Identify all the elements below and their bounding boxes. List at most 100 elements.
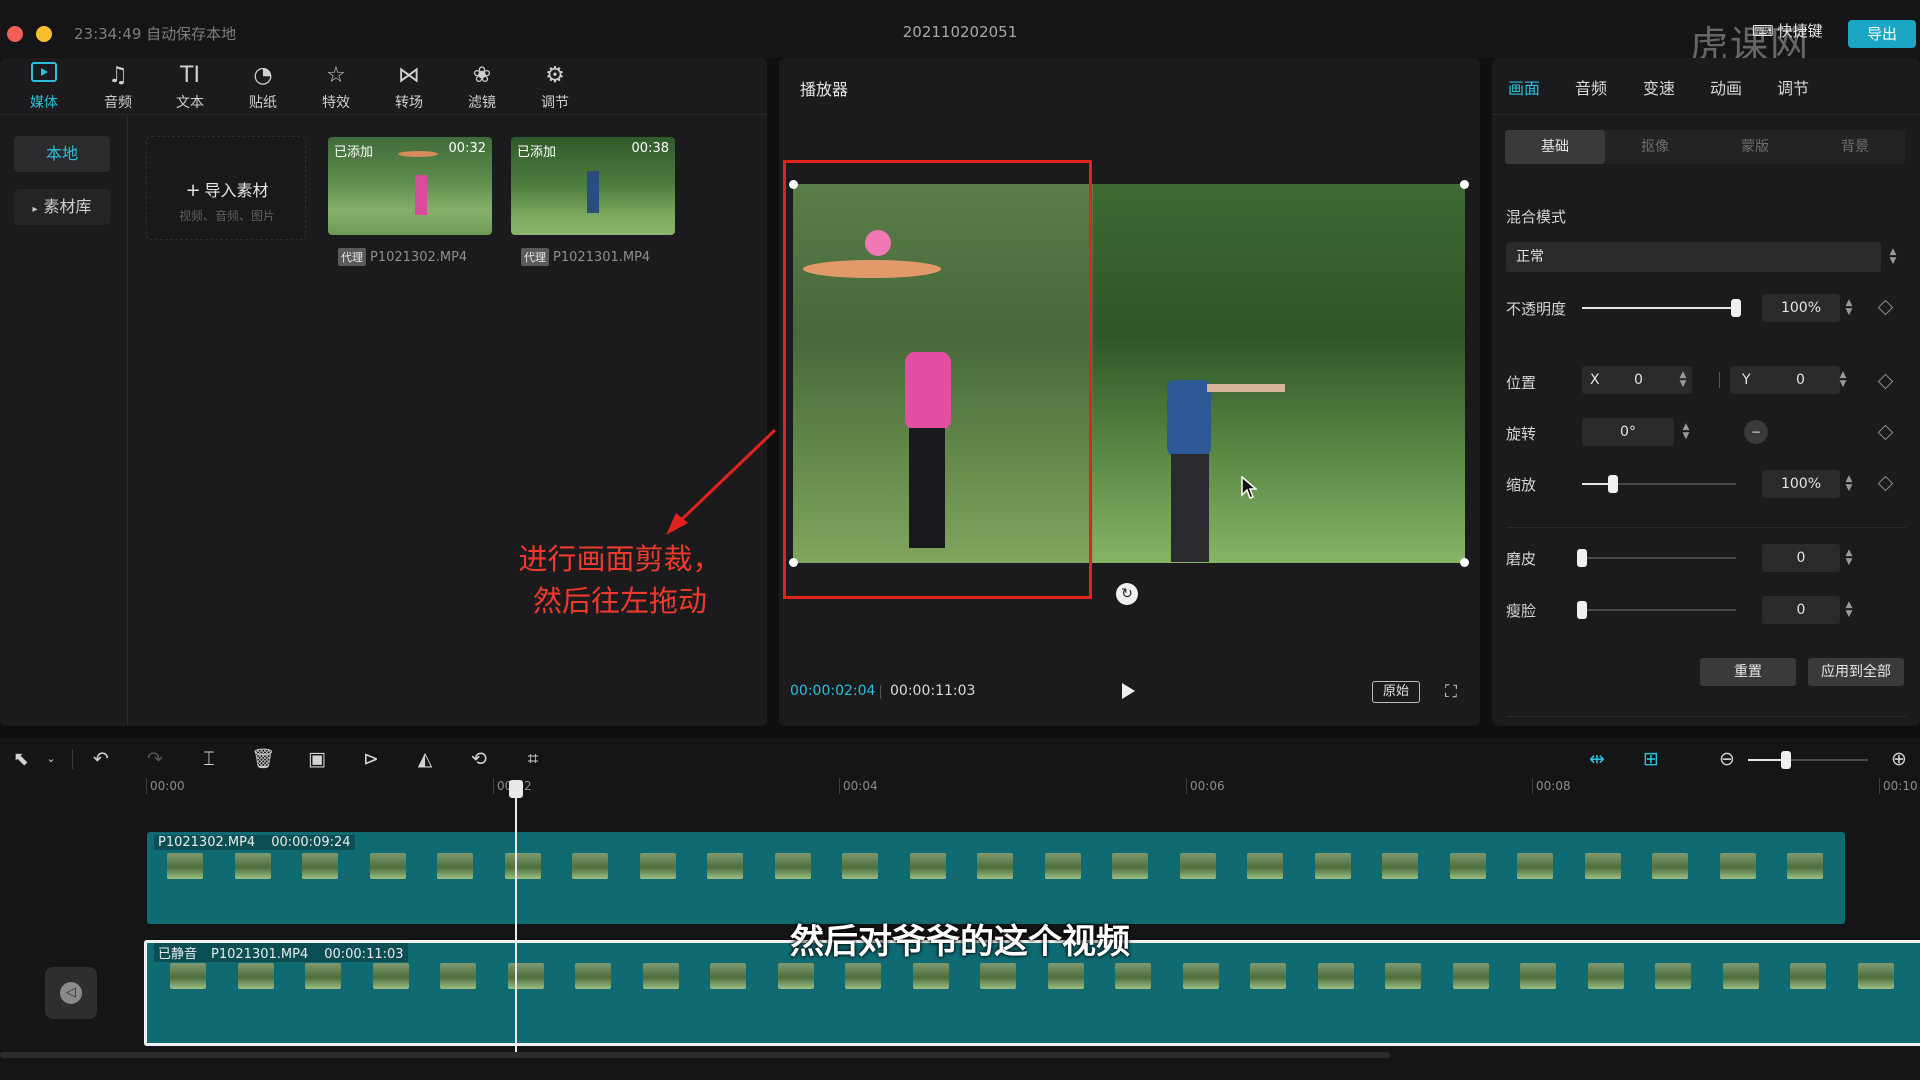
sidebar-item-local-label: 本地: [45, 144, 78, 163]
position-y-spinner[interactable]: ▲ ▼: [1838, 371, 1848, 389]
media-duration: 00:38: [631, 141, 669, 156]
clip-frame-thumbnail: [440, 963, 476, 989]
delete-icon[interactable]: 🗑: [250, 746, 276, 772]
split-icon[interactable]: ⌶: [196, 746, 222, 772]
mirror-icon[interactable]: ◭: [412, 746, 438, 772]
slim-face-spinner[interactable]: ▲ ▼: [1844, 601, 1854, 619]
tab-text[interactable]: TI 文本: [160, 62, 220, 112]
shortcut-button[interactable]: ⌨ 快捷键: [1752, 20, 1823, 41]
effects-icon: ☆: [326, 63, 346, 88]
sidebar-item-library[interactable]: ▸ 素材库: [14, 189, 110, 225]
position-y-input[interactable]: Y0: [1730, 366, 1840, 394]
clip-frame-thumbnail: [437, 853, 473, 879]
subtab-basic[interactable]: 基础: [1505, 130, 1605, 164]
proxy-badge: 代理: [521, 248, 549, 266]
audio-icon: ♫: [108, 63, 128, 88]
clip-frame-thumbnail: [170, 963, 206, 989]
position-x-input[interactable]: X0: [1582, 366, 1692, 394]
tab-effects[interactable]: ☆ 特效: [306, 62, 366, 112]
undo-icon[interactable]: ↶: [88, 746, 114, 772]
tab-transition[interactable]: ⋈ 转场: [379, 62, 439, 112]
tab-media[interactable]: 媒体: [14, 62, 74, 112]
subtab-cutout[interactable]: 抠像: [1605, 130, 1705, 164]
clip-frame-thumbnail: [1520, 963, 1556, 989]
apply-all-button[interactable]: 应用到全部: [1808, 658, 1904, 686]
tab-picture[interactable]: 画面: [1508, 75, 1540, 99]
slim-face-slider-handle[interactable]: [1577, 601, 1587, 619]
playhead-handle[interactable]: [509, 780, 523, 798]
clip-frame-thumbnail: [1584, 853, 1621, 879]
link-icon[interactable]: ⊞: [1638, 746, 1664, 772]
blend-mode-select[interactable]: 正常: [1506, 242, 1881, 272]
opacity-spinner[interactable]: ▲ ▼: [1844, 299, 1854, 317]
tab-filter[interactable]: ❀ 滤镜: [452, 62, 512, 112]
tab-speed[interactable]: 变速: [1643, 75, 1675, 99]
clip-frame-thumbnail: [504, 853, 541, 879]
rotation-dial-icon[interactable]: −: [1744, 420, 1768, 444]
scale-spinner[interactable]: ▲ ▼: [1844, 475, 1854, 493]
speaker-mute-icon: ◁: [60, 982, 82, 1004]
ruler-tick: [1532, 778, 1533, 794]
rotate-clip-icon[interactable]: ⟲: [466, 746, 492, 772]
tab-audio[interactable]: ♫ 音频: [88, 62, 148, 112]
smooth-skin-slider-track[interactable]: [1582, 557, 1736, 559]
transition-icon: ⋈: [398, 63, 420, 88]
opacity-input[interactable]: 100%: [1762, 294, 1840, 322]
tab-text-label: 文本: [176, 95, 204, 111]
track-mute-button[interactable]: ◁: [45, 967, 97, 1019]
sidebar-item-library-label: 素材库: [43, 197, 92, 216]
rotate-icon[interactable]: ↻: [1116, 583, 1138, 605]
clip-frame-thumbnail: [1517, 853, 1553, 879]
tab-sticker[interactable]: ◔ 贴纸: [233, 62, 293, 112]
x-label: X: [1590, 372, 1600, 388]
clip-duration: 00:00:09:24: [271, 835, 351, 850]
tab-props-adjust[interactable]: 调节: [1777, 75, 1809, 99]
export-button[interactable]: 导出: [1848, 20, 1916, 48]
reset-button[interactable]: 重置: [1700, 658, 1796, 686]
blend-mode-label: 混合模式: [1506, 208, 1567, 226]
media-thumbnail[interactable]: 已添加 00:38: [511, 137, 675, 235]
tab-adjust[interactable]: ⚙ 调节: [525, 62, 585, 112]
tab-props-audio[interactable]: 音频: [1575, 75, 1607, 99]
clip-frame-thumbnail: [305, 963, 341, 989]
sidebar-item-local[interactable]: 本地: [14, 136, 110, 172]
smooth-skin-input[interactable]: 0: [1762, 544, 1840, 572]
media-duration: 00:32: [448, 141, 486, 156]
timeline-scrollbar[interactable]: [0, 1052, 1390, 1058]
clip-frame-thumbnail: [977, 853, 1013, 879]
smooth-skin-slider-handle[interactable]: [1577, 549, 1587, 567]
media-thumbnail[interactable]: 已添加 00:32: [328, 137, 492, 235]
current-time: 00:00:02:04: [790, 683, 876, 699]
scale-slider-handle[interactable]: [1607, 475, 1618, 493]
zoom-slider-handle[interactable]: [1781, 751, 1791, 769]
resize-handle[interactable]: [1460, 558, 1469, 567]
rotation-input[interactable]: 0°: [1582, 418, 1674, 446]
zoom-out-icon[interactable]: ⊖: [1714, 746, 1740, 772]
subtab-mask[interactable]: 蒙版: [1705, 130, 1805, 164]
position-x-spinner[interactable]: ▲ ▼: [1678, 371, 1688, 389]
rotation-spinner[interactable]: ▲ ▼: [1681, 423, 1691, 441]
chevron-down-icon[interactable]: ⌄: [38, 746, 64, 772]
blend-mode-spinner[interactable]: ▲ ▼: [1888, 248, 1898, 266]
scale-input[interactable]: 100%: [1762, 470, 1840, 498]
select-tool-icon[interactable]: ⬉: [8, 746, 34, 772]
tab-animation[interactable]: 动画: [1710, 75, 1742, 99]
fullscreen-icon[interactable]: ⛶: [1441, 682, 1461, 702]
zoom-in-icon[interactable]: ⊕: [1886, 746, 1912, 772]
smooth-skin-spinner[interactable]: ▲ ▼: [1844, 549, 1854, 567]
resize-handle[interactable]: [1460, 180, 1469, 189]
snap-icon[interactable]: ⇹: [1584, 746, 1610, 772]
opacity-slider-fill: [1582, 307, 1736, 309]
tab-audio-label: 音频: [104, 95, 132, 111]
slim-face-slider-track[interactable]: [1582, 609, 1736, 611]
reverse-icon[interactable]: ⊳: [358, 746, 384, 772]
play-button[interactable]: [1122, 683, 1135, 699]
slim-face-input[interactable]: 0: [1762, 596, 1840, 624]
added-tag: 已添加: [334, 145, 374, 160]
import-media-button[interactable]: + 导入素材 视频、音频、图片: [146, 136, 306, 240]
aspect-ratio-button[interactable]: 原始: [1372, 681, 1420, 703]
opacity-slider-handle[interactable]: [1731, 299, 1741, 317]
freeze-frame-icon[interactable]: ▣: [304, 746, 330, 772]
subtab-background[interactable]: 背景: [1805, 130, 1905, 164]
crop-icon[interactable]: ⌗: [520, 746, 546, 772]
